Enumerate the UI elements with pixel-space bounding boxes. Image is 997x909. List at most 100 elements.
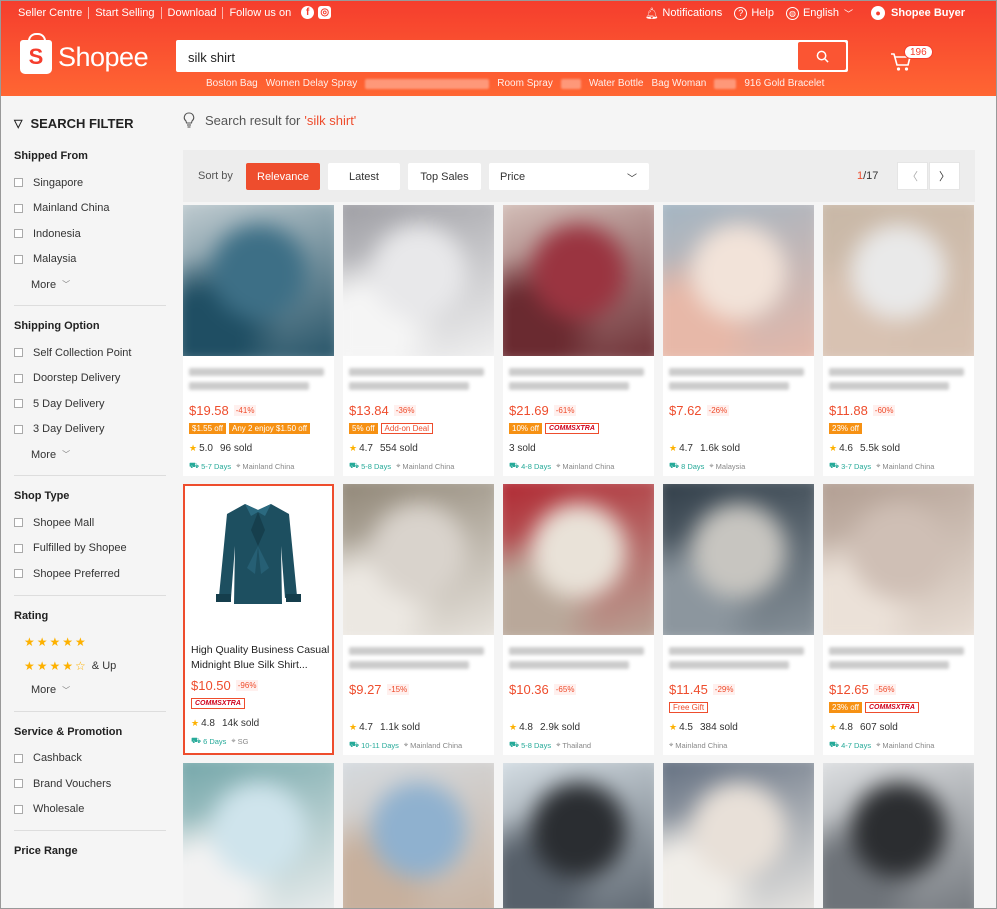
- next-page-button[interactable]: 〉: [929, 162, 960, 190]
- product-card[interactable]: $13.84 -36% 5% off Add-on Deal ★ 4.7 554 sold ⛟…: [343, 205, 494, 476]
- suggestion-link[interactable]: Room Spray: [497, 78, 553, 89]
- product-card[interactable]: [663, 763, 814, 909]
- product-image[interactable]: [343, 484, 494, 635]
- filter-option[interactable]: Doorstep Delivery: [14, 366, 166, 392]
- product-image[interactable]: [503, 484, 654, 635]
- checkbox[interactable]: [14, 569, 23, 579]
- product-image[interactable]: [663, 763, 814, 909]
- checkbox[interactable]: [14, 348, 23, 358]
- shopee-logo[interactable]: S Shopee: [20, 33, 149, 74]
- product-card[interactable]: $7.62 -26% ★ 4.7 1.6k sold ⛟ 8 Days ⌖ Malaysia: [663, 205, 814, 476]
- product-image[interactable]: [823, 205, 974, 356]
- filter-option[interactable]: Self Collection Point: [14, 340, 166, 366]
- filter-option[interactable]: Wholesale: [14, 797, 166, 823]
- rating-value: 4.7: [359, 442, 373, 454]
- sort-latest-button[interactable]: Latest: [328, 163, 400, 190]
- shipping-row: ⛟ 5-7 Days ⌖ Mainland China: [189, 461, 328, 471]
- checkbox[interactable]: [14, 203, 23, 213]
- product-card[interactable]: $12.65 -56% 23% off COMMSXTRA ★ 4.8 607 sold ⛟ 4…: [823, 484, 974, 755]
- blurred-text: [509, 647, 644, 655]
- product-image[interactable]: [343, 205, 494, 356]
- help-link[interactable]: ? Help: [734, 6, 774, 20]
- filter-option[interactable]: 5 Day Delivery: [14, 391, 166, 417]
- product-card[interactable]: $9.27 -15% ★ 4.7 1.1k sold ⛟ 10-11 Days ⌖ Mainla…: [343, 484, 494, 755]
- suggestion-link[interactable]: Bag Woman: [651, 78, 706, 89]
- suggestion-link[interactable]: Women Delay Spray: [266, 78, 358, 89]
- sort-top-sales-button[interactable]: Top Sales: [408, 163, 481, 190]
- product-card[interactable]: $11.88 -60% 23% off ★ 4.6 5.5k sold ⛟ 3-7 Days ⌖…: [823, 205, 974, 476]
- product-image[interactable]: [823, 484, 974, 635]
- filter-option[interactable]: Fulfilled by Shopee: [14, 536, 166, 562]
- checkbox[interactable]: [14, 373, 23, 383]
- filter-icon: ▽: [14, 117, 23, 130]
- more-button[interactable]: More ﹀: [31, 678, 166, 703]
- notifications-link[interactable]: 🔔︎ Notifications: [645, 7, 722, 20]
- prev-page-button[interactable]: 〈: [897, 162, 928, 190]
- product-card[interactable]: [183, 763, 334, 909]
- product-image[interactable]: [503, 763, 654, 909]
- checkbox[interactable]: [14, 254, 23, 264]
- product-card[interactable]: $19.58 -41% $1.55 off Any 2 enjoy $1.50 off…: [183, 205, 334, 476]
- rating-5-stars[interactable]: ★★★★★: [24, 630, 166, 654]
- product-card[interactable]: [503, 763, 654, 909]
- product-card[interactable]: $11.45 -29% Free Gift ★ 4.5 384 sold ⌖ Mainland…: [663, 484, 814, 755]
- product-card[interactable]: $21.69 -61% 10% off COMMSXTRA 3 sold ⛟ 4-8 Day…: [503, 205, 654, 476]
- download-link[interactable]: Download: [162, 7, 223, 19]
- filter-option[interactable]: Indonesia: [14, 221, 166, 247]
- filter-option[interactable]: Malaysia: [14, 247, 166, 273]
- suggestion-link[interactable]: Water Bottle: [589, 78, 644, 89]
- ship-location: Mainland China: [882, 461, 935, 471]
- option-label: Shopee Preferred: [33, 567, 120, 580]
- more-button[interactable]: More ﹀: [31, 442, 166, 467]
- instagram-icon[interactable]: ◎: [318, 6, 332, 19]
- checkbox[interactable]: [14, 229, 23, 239]
- product-image[interactable]: [823, 763, 974, 909]
- filter-option[interactable]: 3 Day Delivery: [14, 417, 166, 443]
- checkbox[interactable]: [14, 753, 23, 763]
- filter-option[interactable]: Shopee Mall: [14, 510, 166, 536]
- filter-option[interactable]: Cashback: [14, 746, 166, 772]
- truck-icon: ⛟: [191, 736, 202, 745]
- seller-centre-link[interactable]: Seller Centre: [18, 7, 88, 19]
- checkbox[interactable]: [14, 543, 23, 553]
- checkbox[interactable]: [14, 518, 23, 528]
- rating-4-and-up[interactable]: ★★★★ ☆ & Up: [24, 654, 166, 678]
- blurred-text: [349, 382, 469, 390]
- sort-price-select[interactable]: Price ﹀: [489, 163, 649, 190]
- product-image[interactable]: [503, 205, 654, 356]
- search-input[interactable]: [188, 48, 788, 66]
- blurred-photo: [503, 763, 654, 909]
- filter-option[interactable]: Mainland China: [14, 196, 166, 222]
- rating-row: ★ 4.8 2.9k sold: [509, 721, 648, 733]
- product-image[interactable]: [183, 763, 334, 909]
- blurred-product-title: [829, 368, 968, 398]
- product-card[interactable]: [823, 763, 974, 909]
- more-button[interactable]: More ﹀: [31, 272, 166, 297]
- checkbox[interactable]: [14, 779, 23, 789]
- filter-group-shipped-from: Shipped From Singapore Mainland China In…: [14, 150, 166, 306]
- product-card[interactable]: [343, 763, 494, 909]
- suggestion-link[interactable]: 916 Gold Bracelet: [744, 78, 824, 89]
- suggestion-link[interactable]: Boston Bag: [206, 78, 258, 89]
- filter-option[interactable]: Brand Vouchers: [14, 771, 166, 797]
- product-image[interactable]: [663, 484, 814, 635]
- checkbox[interactable]: [14, 178, 23, 188]
- product-card[interactable]: High Quality Business Casual Midnight Bl…: [183, 484, 334, 755]
- checkbox[interactable]: [14, 804, 23, 814]
- product-image[interactable]: [183, 205, 334, 356]
- product-image[interactable]: [663, 205, 814, 356]
- language-selector[interactable]: ◍ English ﹀: [785, 6, 853, 20]
- product-image[interactable]: [185, 486, 332, 637]
- sort-relevance-button[interactable]: Relevance: [246, 163, 320, 190]
- search-button[interactable]: [798, 42, 846, 70]
- facebook-icon[interactable]: f: [301, 6, 315, 19]
- discount-badge: -65%: [553, 683, 577, 695]
- product-card[interactable]: $10.36 -65% ★ 4.8 2.9k sold ⛟ 5-8 Days ⌖ Thailan…: [503, 484, 654, 755]
- checkbox[interactable]: [14, 424, 23, 434]
- filter-option[interactable]: Singapore: [14, 170, 166, 196]
- filter-option[interactable]: Shopee Preferred: [14, 561, 166, 587]
- user-menu[interactable]: ● Shopee Buyer: [871, 6, 965, 20]
- product-image[interactable]: [343, 763, 494, 909]
- checkbox[interactable]: [14, 399, 23, 409]
- start-selling-link[interactable]: Start Selling: [89, 7, 160, 19]
